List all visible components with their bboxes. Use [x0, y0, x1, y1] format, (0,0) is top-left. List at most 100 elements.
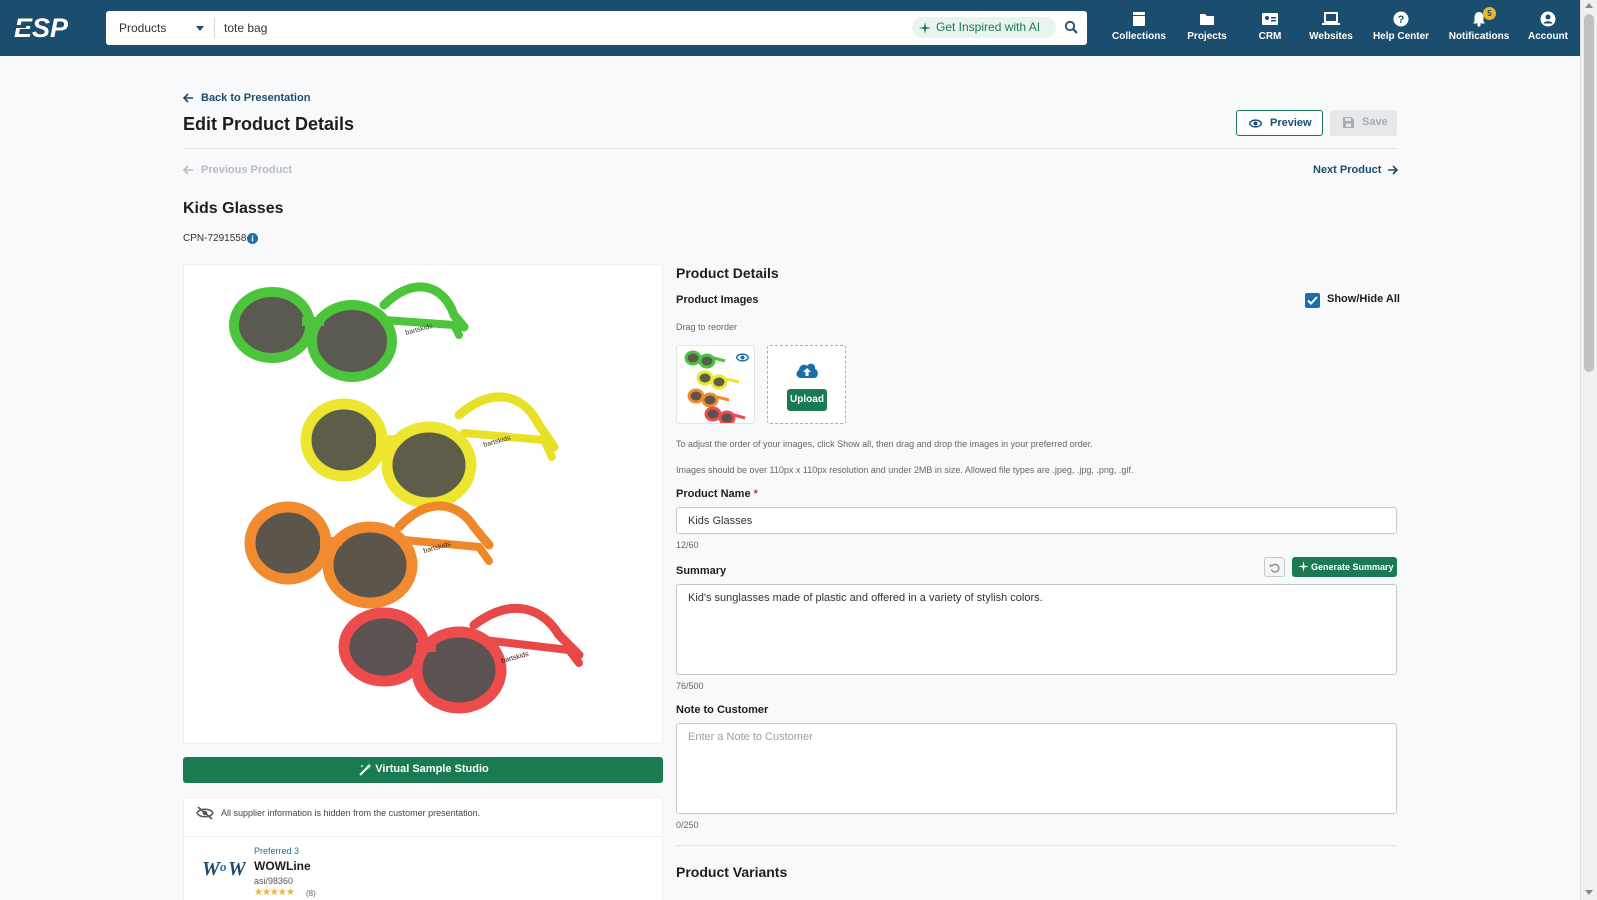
- supplier-name[interactable]: WOWLine: [254, 859, 311, 873]
- svg-text:?: ?: [1398, 14, 1405, 26]
- page-title: Edit Product Details: [183, 114, 355, 134]
- nav-notifications-label: Notifications: [1448, 31, 1510, 42]
- generate-summary-button[interactable]: Generate Summary: [1292, 557, 1397, 577]
- product-name-heading: Kids Glasses: [183, 200, 284, 217]
- supplier-rating-stars: ★★★★★: [254, 887, 295, 898]
- eye-icon[interactable]: [736, 352, 749, 363]
- nav-websites[interactable]: Websites: [1305, 11, 1357, 47]
- green-sunglasses: bartskids: [229, 282, 469, 382]
- nav-help-center[interactable]: ? Help Center: [1369, 11, 1433, 47]
- nav-collections[interactable]: Collections: [1109, 11, 1169, 47]
- info-icon[interactable]: [247, 233, 258, 244]
- product-variants-heading: Product Variants: [676, 864, 788, 880]
- chevron-down-icon: [196, 26, 204, 31]
- scroll-down-arrow-icon[interactable]: [1585, 890, 1593, 895]
- search-divider: [214, 18, 215, 38]
- nav-crm-label: CRM: [1258, 31, 1282, 42]
- arrow-right-icon: [1388, 165, 1398, 175]
- show-hide-all-label[interactable]: Show/Hide All: [1327, 293, 1400, 305]
- nav-projects[interactable]: Projects: [1182, 11, 1232, 47]
- scrollbar-thumb[interactable]: [1584, 14, 1594, 372]
- back-to-presentation-link[interactable]: Back to Presentation: [183, 92, 310, 104]
- sunglasses-image: bartskids bartskids bartskids bartskids: [229, 282, 584, 714]
- nav-websites-label: Websites: [1309, 31, 1353, 42]
- next-product-label: Next Product: [1313, 164, 1382, 176]
- undo-icon: [1269, 563, 1280, 573]
- svg-text:o: o: [220, 859, 227, 874]
- generate-summary-label: Generate Summary: [1311, 562, 1394, 572]
- floppy-disk-icon: [1343, 117, 1354, 128]
- save-button[interactable]: Save: [1330, 110, 1397, 136]
- summary-char-count: 76/500: [676, 681, 704, 691]
- cpn-number: CPN-7291558: [183, 233, 247, 244]
- scroll-up-arrow-icon[interactable]: [1585, 3, 1593, 8]
- svg-text:W: W: [202, 858, 221, 880]
- supplier-hidden-notice: All supplier information is hidden from …: [196, 806, 481, 820]
- collections-icon: [1133, 12, 1145, 26]
- product-name-char-count: 12/60: [676, 540, 699, 550]
- product-image-thumbnail[interactable]: [676, 345, 755, 424]
- preview-button[interactable]: Preview: [1236, 110, 1323, 136]
- supplier-card: All supplier information is hidden from …: [183, 797, 663, 900]
- image-size-hint: Images should be over 110px x 110px reso…: [676, 465, 1134, 475]
- nav-projects-label: Projects: [1187, 31, 1227, 42]
- esp-logo[interactable]: ESP: [14, 12, 80, 42]
- nav-crm[interactable]: CRM: [1250, 11, 1290, 47]
- help-icon: ?: [1393, 11, 1409, 27]
- search-type-label: Products: [119, 21, 167, 35]
- search-input[interactable]: tote bag: [224, 21, 267, 35]
- search-bar: Products tote bag Get Inspired with AI: [106, 11, 1087, 45]
- required-asterisk: *: [753, 488, 758, 500]
- sparkle-icon: [919, 22, 931, 34]
- nav-collections-label: Collections: [1112, 31, 1166, 42]
- next-product-link[interactable]: Next Product: [1313, 164, 1398, 176]
- orange-sunglasses: bartskids: [244, 501, 494, 609]
- virtual-sample-studio-button[interactable]: Virtual Sample Studio: [183, 757, 663, 783]
- checkmark-icon: [1307, 296, 1318, 305]
- main-product-image: bartskids bartskids bartskids bartskids: [183, 264, 663, 744]
- supplier-divider: [184, 836, 662, 837]
- magic-wand-icon: [359, 763, 372, 776]
- supplier-hidden-text: All supplier information is hidden from …: [221, 808, 481, 818]
- product-name-label-text: Product Name: [676, 488, 751, 500]
- nav-account-label: Account: [1528, 31, 1568, 42]
- get-inspired-ai-button[interactable]: Get Inspired with AI: [912, 17, 1056, 38]
- save-label: Save: [1362, 116, 1388, 128]
- eye-slash-icon: [196, 806, 214, 820]
- note-to-customer-textarea[interactable]: Enter a Note to Customer: [676, 723, 1397, 814]
- upload-button[interactable]: Upload: [787, 389, 827, 411]
- supplier-asi-number: asi/98360: [254, 876, 294, 886]
- preview-label: Preview: [1270, 117, 1312, 129]
- folder-icon: [1200, 14, 1214, 25]
- arrow-left-icon: [183, 93, 193, 103]
- previous-product-link[interactable]: Previous Product: [183, 164, 292, 176]
- nav-account[interactable]: Account: [1524, 11, 1572, 47]
- note-to-customer-label: Note to Customer: [676, 704, 769, 716]
- product-name-input[interactable]: Kids Glasses: [676, 507, 1397, 534]
- eye-icon: [1249, 119, 1262, 128]
- product-details-heading: Product Details: [676, 265, 779, 281]
- sparkle-icon: [1298, 561, 1309, 572]
- contact-card-icon: [1262, 13, 1278, 25]
- search-type-dropdown[interactable]: Products: [106, 11, 214, 45]
- undo-summary-button[interactable]: [1264, 557, 1285, 577]
- wowline-logo: W o W: [202, 858, 246, 880]
- image-upload-dropzone[interactable]: Upload: [767, 345, 846, 424]
- back-link-label: Back to Presentation: [201, 92, 311, 104]
- search-icon[interactable]: [1064, 20, 1078, 34]
- supplier-rating-count: (8): [306, 889, 316, 898]
- top-navigation-bar: ESP Products tote bag Get Inspired with …: [0, 0, 1580, 56]
- svg-text:bartskids: bartskids: [501, 651, 530, 665]
- cloud-upload-icon: [796, 363, 818, 378]
- previous-product-label: Previous Product: [201, 164, 293, 176]
- yellow-sunglasses: bartskids: [300, 392, 559, 509]
- show-hide-all-checkbox[interactable]: [1305, 293, 1320, 308]
- nav-help-center-label: Help Center: [1372, 31, 1430, 42]
- nav-notifications[interactable]: 5 Notifications: [1445, 7, 1513, 47]
- image-order-hint: To adjust the order of your images, clic…: [676, 439, 1093, 449]
- summary-textarea[interactable]: Kid's sunglasses made of plastic and off…: [676, 584, 1397, 675]
- laptop-icon: [1322, 12, 1340, 25]
- red-sunglasses: bartskids: [338, 603, 584, 714]
- note-char-count: 0/250: [676, 820, 699, 830]
- summary-label: Summary: [676, 565, 727, 577]
